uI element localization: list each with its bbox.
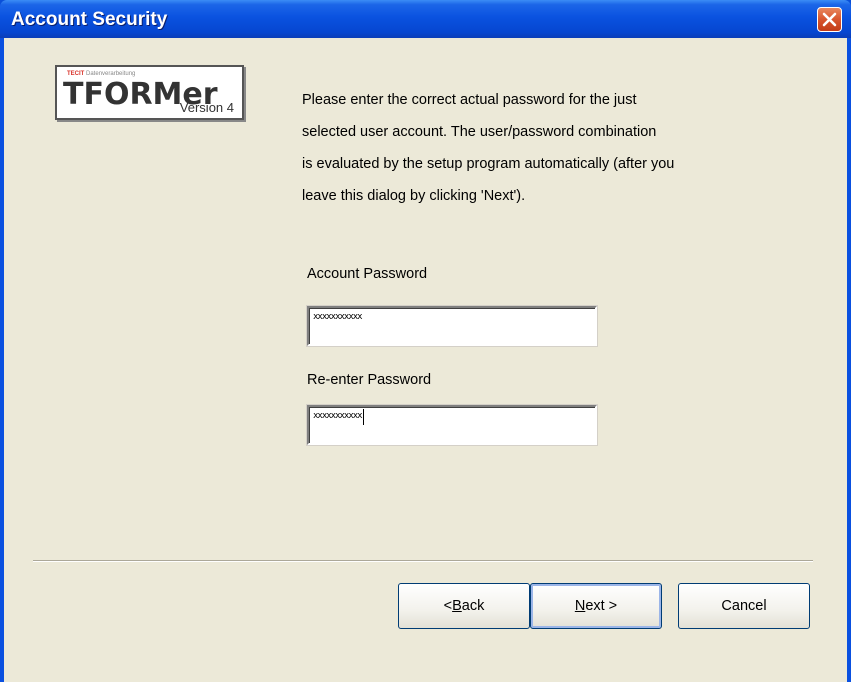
logo-version: Version 4	[179, 100, 234, 115]
next-button-accelerator: N	[574, 598, 586, 614]
close-icon	[822, 12, 837, 27]
button-separator	[33, 560, 813, 562]
instructions-text: Please enter the correct actual password…	[302, 84, 772, 212]
title-bar[interactable]: Account Security	[0, 0, 851, 38]
reenter-password-value: xxxxxxxxxxx	[313, 409, 364, 425]
back-button-arrow: <	[443, 598, 453, 614]
reenter-password-field[interactable]: xxxxxxxxxxx	[307, 405, 597, 445]
instructions-line: selected user account. The user/password…	[302, 124, 657, 140]
instructions-line: is evaluated by the setup program automa…	[302, 156, 675, 172]
instructions-line: leave this dialog by clicking 'Next').	[302, 188, 526, 204]
next-button[interactable]: Next >	[530, 583, 662, 629]
cancel-button[interactable]: Cancel	[678, 583, 810, 629]
back-button-accelerator: B	[452, 598, 462, 614]
reenter-password-text: xxxxxxxxxxx	[313, 411, 363, 421]
close-button[interactable]	[817, 7, 842, 32]
window-frame-right	[847, 38, 851, 682]
back-button-label: ack	[461, 598, 485, 614]
next-button-label: ext >	[585, 598, 618, 614]
instructions-line: Please enter the correct actual password…	[302, 92, 637, 108]
window-title: Account Security	[11, 9, 168, 30]
tformer-logo: TECIT Datenverarbeitung TFORMer Version …	[55, 65, 244, 120]
reenter-password-label: Re-enter Password	[307, 372, 432, 388]
back-button[interactable]: < Back	[398, 583, 530, 629]
account-password-field[interactable]: xxxxxxxxxxx	[307, 306, 597, 346]
text-caret	[362, 409, 364, 425]
dialog-window: Account Security TECIT Datenverarbeitung…	[0, 0, 851, 682]
account-password-label: Account Password	[307, 266, 428, 282]
account-password-value: xxxxxxxxxxx	[313, 312, 363, 322]
